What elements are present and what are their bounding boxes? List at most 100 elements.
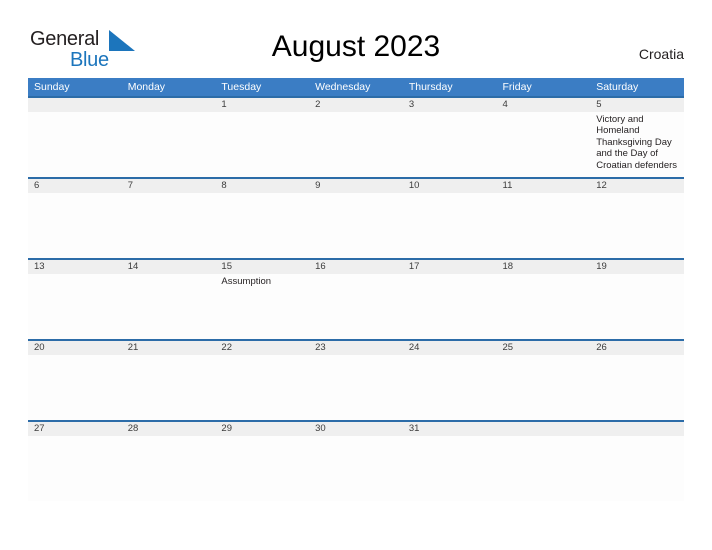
day-cell[interactable] [122, 98, 216, 177]
day-events [497, 436, 591, 438]
day-events [309, 355, 403, 357]
day-events [122, 274, 216, 276]
day-number: 5 [596, 99, 602, 110]
week-row: 13 14 15 Assumption 16 17 18 19 [28, 258, 684, 339]
day-cell[interactable]: 1 [215, 98, 309, 177]
day-cell[interactable]: 10 [403, 179, 497, 258]
day-events [590, 436, 684, 438]
day-number: 8 [221, 180, 227, 191]
day-number: 23 [315, 342, 326, 353]
day-number: 6 [34, 180, 40, 191]
weekday-header-thursday: Thursday [408, 81, 453, 93]
day-events: Victory and Homeland Thanksgiving Day an… [590, 112, 684, 171]
day-cell[interactable]: 28 [122, 422, 216, 501]
event-label: Assumption [221, 276, 272, 287]
day-cell[interactable]: 16 [309, 260, 403, 339]
day-number: 27 [34, 423, 45, 434]
day-number: 30 [315, 423, 326, 434]
day-cell[interactable]: 9 [309, 179, 403, 258]
day-number [122, 98, 216, 112]
weekday-header-monday: Monday [127, 81, 166, 93]
page-title: August 2023 [271, 30, 441, 63]
day-events [497, 193, 591, 195]
day-events [403, 274, 497, 276]
day-events [497, 112, 591, 114]
day-events [122, 112, 216, 114]
day-number: 21 [127, 342, 139, 353]
day-number: 16 [315, 261, 326, 272]
day-events: Assumption [215, 274, 309, 287]
day-number: 19 [596, 261, 607, 272]
day-cell[interactable]: 23 [309, 341, 403, 420]
day-cell[interactable]: 17 [403, 260, 497, 339]
day-cell[interactable]: 19 [590, 260, 684, 339]
day-cell[interactable]: 2 [309, 98, 403, 177]
day-events [28, 193, 122, 195]
day-events [309, 274, 403, 276]
day-cell[interactable]: 27 [28, 422, 122, 501]
day-events [497, 274, 591, 276]
calendar-grid: Sunday Monday Tuesday Wednesday Thursday… [28, 78, 684, 501]
day-number: 7 [127, 180, 133, 191]
day-events [403, 436, 497, 438]
day-cell[interactable]: 14 [122, 260, 216, 339]
day-cell[interactable]: 26 [590, 341, 684, 420]
day-cell[interactable]: 13 [28, 260, 122, 339]
day-events [497, 355, 591, 357]
region-label: Croatia [638, 46, 684, 62]
day-cell[interactable]: 7 [122, 179, 216, 258]
day-number: 3 [408, 99, 415, 110]
day-events [28, 274, 122, 276]
day-events [122, 355, 216, 357]
day-cell[interactable]: 8 [215, 179, 309, 258]
event-label: Victory and Homeland Thanksgiving Day an… [596, 114, 678, 171]
day-cell[interactable] [497, 422, 591, 501]
day-number: 4 [502, 99, 508, 110]
day-cell[interactable]: 29 [215, 422, 309, 501]
week-row: 1 2 3 4 5 Victory and Homeland Thanksgiv… [28, 96, 684, 177]
day-cell[interactable]: 3 [403, 98, 497, 177]
weekday-header-saturday: Saturday [596, 81, 639, 93]
day-cell[interactable]: 6 [28, 179, 122, 258]
day-number: 12 [596, 180, 607, 191]
page-header: General Blue August 2023 Croatia [0, 0, 712, 78]
day-cell[interactable]: 4 [497, 98, 591, 177]
day-cell[interactable]: 5 Victory and Homeland Thanksgiving Day … [590, 98, 684, 177]
day-cell[interactable]: 22 [215, 341, 309, 420]
day-number: 31 [408, 423, 420, 434]
week-row: 20 21 22 23 24 25 26 [28, 339, 684, 420]
weekday-header-friday: Friday [502, 81, 532, 93]
weekday-header-wednesday: Wednesday [315, 81, 371, 93]
day-events [122, 436, 216, 438]
day-number: 22 [221, 342, 232, 353]
day-events [215, 112, 309, 114]
day-cell[interactable]: 31 [403, 422, 497, 501]
day-number: 25 [502, 342, 514, 353]
day-number [497, 422, 591, 436]
week-row: 6 7 8 9 10 11 12 [28, 177, 684, 258]
day-number: 26 [596, 342, 607, 353]
day-number: 1 [221, 99, 227, 110]
day-events [28, 112, 122, 114]
day-events [215, 193, 309, 195]
week-row: 27 28 29 30 31 [28, 420, 684, 501]
day-number: 18 [502, 261, 514, 272]
day-cell[interactable]: 20 [28, 341, 122, 420]
day-events [403, 193, 497, 195]
day-cell[interactable]: 15 Assumption [215, 260, 309, 339]
day-cell[interactable]: 11 [497, 179, 591, 258]
day-events [309, 436, 403, 438]
day-events [28, 436, 122, 438]
day-cell[interactable]: 24 [403, 341, 497, 420]
day-cell[interactable] [28, 98, 122, 177]
day-cell[interactable] [590, 422, 684, 501]
day-events [403, 112, 497, 114]
day-cell[interactable]: 18 [497, 260, 591, 339]
day-cell[interactable]: 30 [309, 422, 403, 501]
day-number: 20 [34, 342, 45, 353]
day-cell[interactable]: 12 [590, 179, 684, 258]
day-events [215, 436, 309, 438]
day-cell[interactable]: 21 [122, 341, 216, 420]
day-cell[interactable]: 25 [497, 341, 591, 420]
day-events [590, 355, 684, 357]
